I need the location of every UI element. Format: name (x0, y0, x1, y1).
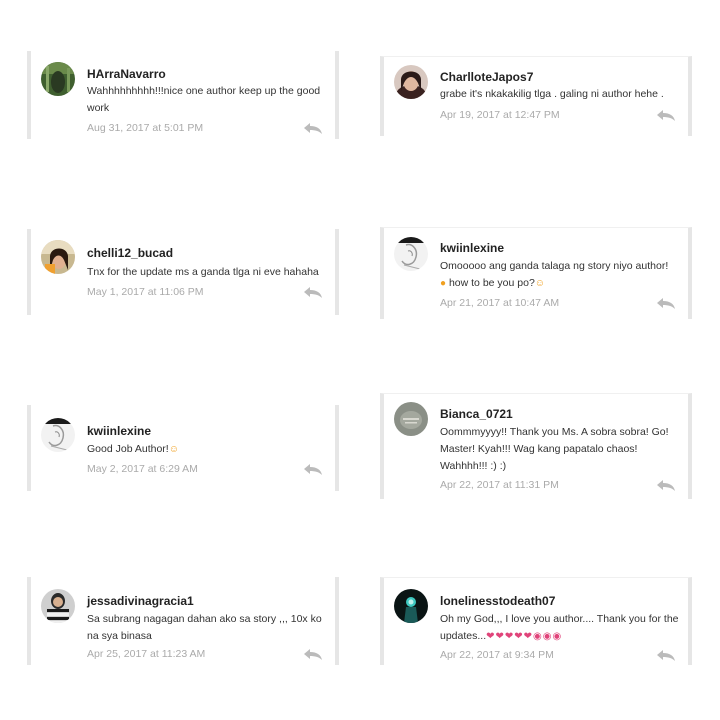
reply-button[interactable] (656, 297, 676, 309)
comment-card: HArraNavarro Wahhhhhhhhh!!!nice one auth… (27, 51, 339, 139)
comment-text: Wahhhhhhhhh!!!nice one author keep up th… (87, 85, 321, 114)
reply-arrow-icon (657, 650, 675, 661)
reply-arrow-icon (657, 298, 675, 309)
reply-arrow-icon (304, 649, 322, 660)
comment-text: Omooooo ang ganda talaga ng story niyo a… (440, 258, 686, 292)
username[interactable]: lonelinesstodeath07 (440, 594, 555, 608)
comment-card: kwiinlexine Omooooo ang ganda talaga ng … (380, 227, 692, 319)
username[interactable]: chelli12_bucad (87, 246, 173, 260)
reply-button[interactable] (656, 649, 676, 661)
timestamp: Apr 22, 2017 at 9:34 PM (440, 649, 554, 661)
timestamp: Apr 21, 2017 at 10:47 AM (440, 297, 560, 309)
reply-arrow-icon (657, 480, 675, 491)
avatar-photo-icon (394, 402, 428, 436)
comment-text: Tnx for the update ms a ganda tlga ni ev… (87, 266, 319, 278)
emoji-icon: ☺ (534, 278, 545, 289)
comment-text-part: how to be you po? (446, 277, 535, 289)
avatar-photo-icon (394, 589, 428, 623)
avatar[interactable] (41, 418, 75, 452)
username[interactable]: kwiinlexine (440, 241, 504, 255)
username[interactable]: Bianca_0721 (440, 407, 513, 421)
comment-card: kwiinlexine Good Job Author!☺ May 2, 201… (27, 405, 339, 491)
avatar[interactable] (394, 402, 428, 436)
kiss-lips-emoji-icon: ❤❤❤❤❤◉◉◉ (486, 631, 563, 642)
comments-collage: HArraNavarro Wahhhhhhhhh!!!nice one auth… (0, 0, 720, 720)
comment-card: jessadivinagracia1 Sa subrang nagagan da… (27, 577, 339, 665)
timestamp: May 2, 2017 at 6:29 AM (87, 463, 198, 475)
comment-card: chelli12_bucad Tnx for the update ms a g… (27, 229, 339, 315)
avatar-photo-icon (41, 589, 75, 623)
comment-text: Good Job Author!☺ (87, 441, 333, 458)
avatar[interactable] (394, 589, 428, 623)
comment-text-part: Good Job Author! (87, 443, 169, 455)
avatar[interactable] (41, 62, 75, 96)
reply-button[interactable] (303, 286, 323, 298)
timestamp: Apr 22, 2017 at 11:31 PM (440, 479, 559, 491)
comment-text: Oommmyyyy!! Thank you Ms. A sobra sobra!… (440, 426, 669, 472)
comment-text: grabe it's nkakakilig tlga . galing ni a… (440, 88, 664, 100)
timestamp: May 1, 2017 at 11:06 PM (87, 286, 204, 298)
reply-button[interactable] (656, 109, 676, 121)
comment-card: CharlloteJapos7 grabe it's nkakakilig tl… (380, 56, 692, 136)
username[interactable]: CharlloteJapos7 (440, 70, 533, 84)
username[interactable]: HArraNavarro (87, 67, 166, 81)
username[interactable]: kwiinlexine (87, 424, 151, 438)
timestamp: Apr 25, 2017 at 11:23 AM (87, 648, 206, 660)
avatar-photo-icon (394, 65, 428, 99)
comment-text: Oh my God,,, I love you author.... Thank… (440, 611, 686, 645)
reply-button[interactable] (656, 479, 676, 491)
reply-arrow-icon (304, 287, 322, 298)
timestamp: Apr 19, 2017 at 12:47 PM (440, 109, 560, 121)
reply-button[interactable] (303, 122, 323, 134)
emoji-icon: ☺ (168, 444, 179, 455)
comment-card: Bianca_0721 Oommmyyyy!! Thank you Ms. A … (380, 393, 692, 499)
timestamp: Aug 31, 2017 at 5:01 PM (87, 122, 204, 134)
avatar-photo-icon (41, 62, 75, 96)
comment-card: lonelinesstodeath07 Oh my God,,, I love … (380, 577, 692, 665)
reply-button[interactable] (303, 648, 323, 660)
avatar[interactable] (394, 65, 428, 99)
avatar[interactable] (41, 589, 75, 623)
avatar-photo-icon (41, 418, 75, 452)
avatar-photo-icon (394, 237, 428, 271)
reply-arrow-icon (304, 123, 322, 134)
reply-arrow-icon (304, 464, 322, 475)
username[interactable]: jessadivinagracia1 (87, 594, 194, 608)
reply-arrow-icon (657, 110, 675, 121)
avatar[interactable] (41, 240, 75, 274)
avatar[interactable] (394, 237, 428, 271)
avatar-photo-icon (41, 240, 75, 274)
comment-text: Sa subrang nagagan dahan ako sa story ,,… (87, 613, 322, 642)
reply-button[interactable] (303, 463, 323, 475)
comment-text-part: Omooooo ang ganda talaga ng story niyo a… (440, 260, 669, 272)
